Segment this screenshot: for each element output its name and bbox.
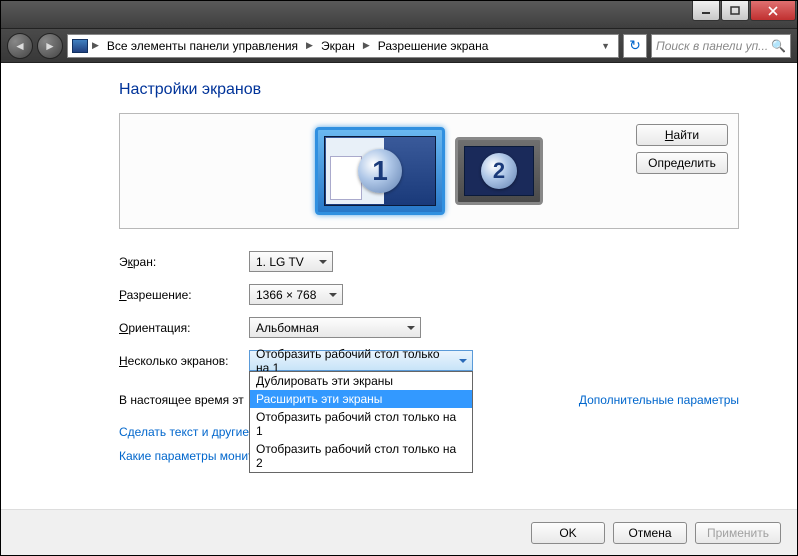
breadcrumb-screen[interactable]: Экран	[317, 37, 359, 55]
ok-button[interactable]: OK	[531, 522, 605, 544]
breadcrumb-root[interactable]: Все элементы панели управления	[103, 37, 302, 55]
search-icon: 🔍	[771, 39, 786, 53]
monitor-1-number: 1	[358, 149, 402, 193]
monitor-2[interactable]: 2	[455, 137, 543, 205]
content-area: Настройки экранов 1 2 ННайтиайти Определ…	[1, 63, 797, 509]
row-orientation: Ориентация: Альбомная	[119, 317, 739, 338]
footer: OK Отмена Применить	[1, 509, 797, 555]
maximize-button[interactable]	[721, 1, 749, 21]
row-screen: Экран: 1. LG TV	[119, 251, 739, 272]
monitor-1[interactable]: 1	[315, 127, 445, 215]
address-dropdown-icon[interactable]: ▼	[597, 41, 614, 51]
breadcrumb-resolution[interactable]: Разрешение экрана	[374, 37, 493, 55]
label-multiple-displays: Несколько экранов:	[119, 354, 249, 368]
control-panel-icon	[72, 39, 88, 53]
select-screen[interactable]: 1. LG TV	[249, 251, 333, 272]
search-input[interactable]: Поиск в панели уп... 🔍	[651, 34, 791, 58]
chevron-right-icon: ▶	[306, 40, 313, 51]
close-button[interactable]	[750, 1, 796, 21]
monitor-side-buttons: ННайтиайти Определить	[636, 124, 728, 174]
search-placeholder: Поиск в панели уп...	[656, 39, 768, 53]
monitor-preview-box: 1 2 ННайтиайти Определить	[119, 113, 739, 229]
page-title: Настройки экранов	[119, 81, 739, 99]
label-screen: Экран:	[119, 255, 249, 269]
link-advanced-params[interactable]: Дополнительные параметры	[579, 393, 739, 407]
main-monitor-text: В настоящее время эт	[119, 393, 244, 407]
minimize-button[interactable]	[692, 1, 720, 21]
navbar: ◄ ► ▶ Все элементы панели управления ▶ Э…	[1, 29, 797, 63]
monitor-2-number: 2	[481, 153, 517, 189]
dropdown-multiple-displays: Дублировать эти экраны Расширить эти экр…	[249, 371, 473, 473]
window: ◄ ► ▶ Все элементы панели управления ▶ Э…	[0, 0, 798, 556]
row-multiple-displays: Несколько экранов: Отобразить рабочий ст…	[119, 350, 739, 371]
dropdown-option[interactable]: Расширить эти экраны	[250, 390, 472, 408]
chevron-right-icon: ▶	[92, 40, 99, 51]
label-resolution: Разрешение:	[119, 288, 249, 302]
detect-button[interactable]: Определить	[636, 152, 728, 174]
cancel-button[interactable]: Отмена	[613, 522, 687, 544]
forward-button[interactable]: ►	[37, 33, 63, 59]
chevron-right-icon: ▶	[363, 40, 370, 51]
refresh-button[interactable]: ↻	[623, 34, 647, 58]
row-resolution: Разрешение: 1366 × 768	[119, 284, 739, 305]
apply-button[interactable]: Применить	[695, 522, 781, 544]
label-orientation: Ориентация:	[119, 321, 249, 335]
dropdown-option[interactable]: Отобразить рабочий стол только на 2	[250, 440, 472, 472]
select-resolution[interactable]: 1366 × 768	[249, 284, 343, 305]
dropdown-option[interactable]: Дублировать эти экраны	[250, 372, 472, 390]
titlebar	[1, 1, 797, 29]
select-multiple-displays[interactable]: Отобразить рабочий стол только на 1	[249, 350, 473, 371]
back-button[interactable]: ◄	[7, 33, 33, 59]
select-orientation[interactable]: Альбомная	[249, 317, 421, 338]
address-bar[interactable]: ▶ Все элементы панели управления ▶ Экран…	[67, 34, 619, 58]
dropdown-option[interactable]: Отобразить рабочий стол только на 1	[250, 408, 472, 440]
find-button[interactable]: ННайтиайти	[636, 124, 728, 146]
